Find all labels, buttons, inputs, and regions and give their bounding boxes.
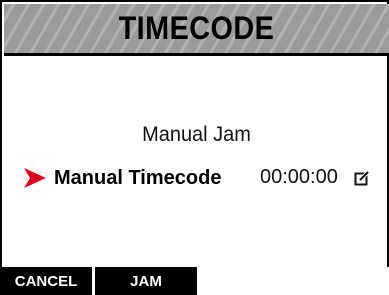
mode-label: Manual Jam xyxy=(142,123,251,146)
selection-arrow-icon xyxy=(24,168,46,188)
timecode-panel: TIMECODE Manual Jam Manual Timecode 00:0… xyxy=(0,0,389,295)
cancel-button[interactable]: CANCEL xyxy=(0,267,95,295)
edit-icon-svg xyxy=(354,171,369,186)
edit-icon[interactable] xyxy=(354,170,370,186)
manual-timecode-label: Manual Timecode xyxy=(54,166,222,189)
softkey-bar: CANCEL JAM xyxy=(0,267,389,295)
timecode-value[interactable]: 00:00:00 xyxy=(260,166,338,189)
manual-timecode-row[interactable]: Manual Timecode 00:00:00 xyxy=(24,164,369,192)
jam-button[interactable]: JAM xyxy=(95,267,197,295)
softkey-empty-area xyxy=(197,267,389,295)
timecode-screen: TIMECODE Manual Jam Manual Timecode 00:0… xyxy=(0,0,389,295)
page-title: TIMECODE xyxy=(118,10,275,46)
title-bar: TIMECODE xyxy=(4,4,389,56)
selection-arrow-svg xyxy=(24,168,46,188)
